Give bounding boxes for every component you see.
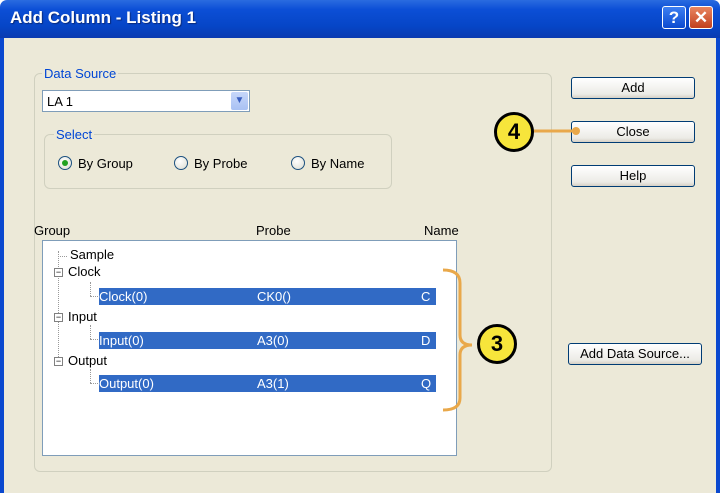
tree-connector <box>58 256 67 257</box>
column-header-name: Name <box>424 223 459 238</box>
chevron-down-icon[interactable]: ▼ <box>231 92 248 110</box>
collapse-icon[interactable]: − <box>54 268 63 277</box>
help-button[interactable]: Help <box>571 165 695 187</box>
column-header-probe: Probe <box>256 223 291 238</box>
data-source-label: Data Source <box>42 66 119 81</box>
radio-unchecked-icon <box>291 156 305 170</box>
collapse-icon[interactable]: − <box>54 357 63 366</box>
tree-connector <box>90 369 91 383</box>
title-bar[interactable]: Add Column - Listing 1 ? ✕ <box>0 0 720 38</box>
tree-node-sample[interactable]: Sample <box>70 247 114 262</box>
window-frame-right <box>716 38 720 493</box>
tree-connector <box>90 383 98 384</box>
row-group: Output(0) <box>99 376 154 391</box>
radio-checked-icon <box>58 156 72 170</box>
radio-dot <box>62 160 68 166</box>
row-name: D <box>421 333 431 348</box>
window-title: Add Column - Listing 1 <box>10 8 197 27</box>
tree-connector <box>90 325 91 339</box>
select-label: Select <box>54 127 95 142</box>
title-close-button[interactable]: ✕ <box>689 6 713 29</box>
row-group: Input(0) <box>99 333 144 348</box>
tree-row-output-0[interactable]: Output(0) A3(1) Q <box>99 375 436 392</box>
tree-connector <box>90 339 98 340</box>
tree-connector <box>90 282 91 296</box>
column-header-group: Group <box>34 223 71 238</box>
radio-by-group[interactable]: By Group <box>58 155 158 173</box>
add-data-source-button[interactable]: Add Data Source... <box>568 343 702 365</box>
radio-by-name-label: By Name <box>311 156 365 171</box>
radio-by-name[interactable]: By Name <box>291 155 391 173</box>
title-help-button[interactable]: ? <box>662 6 686 29</box>
row-probe: A3(1) <box>257 376 289 391</box>
row-probe: A3(0) <box>257 333 289 348</box>
tree-row-clock-0[interactable]: Clock(0) CK0() C <box>99 288 436 305</box>
collapse-icon[interactable]: − <box>54 313 63 322</box>
callout-step-3: 3 <box>477 324 517 364</box>
radio-by-probe-label: By Probe <box>194 156 248 171</box>
tree-node-output[interactable]: Output <box>68 353 107 368</box>
tree-node-clock[interactable]: Clock <box>68 264 101 279</box>
row-name: Q <box>421 376 432 391</box>
tree-row-input-0[interactable]: Input(0) A3(0) D <box>99 332 436 349</box>
tree-connector <box>90 296 98 297</box>
add-button[interactable]: Add <box>571 77 695 99</box>
channel-tree[interactable]: Sample − Clock Clock(0) CK0() C − Input … <box>42 240 457 456</box>
close-button[interactable]: Close <box>571 121 695 143</box>
row-group: Clock(0) <box>99 289 148 304</box>
row-probe: CK0() <box>257 289 291 304</box>
add-column-dialog: Add Column - Listing 1 ? ✕ Data Source L… <box>0 0 720 493</box>
data-source-combo[interactable]: LA 1 ▼ <box>42 90 250 112</box>
data-source-value: LA 1 <box>47 94 74 109</box>
tree-node-input[interactable]: Input <box>68 309 97 324</box>
row-name: C <box>421 289 431 304</box>
radio-unchecked-icon <box>174 156 188 170</box>
radio-by-probe[interactable]: By Probe <box>174 155 274 173</box>
radio-by-group-label: By Group <box>78 156 133 171</box>
callout-step-4: 4 <box>494 112 534 152</box>
